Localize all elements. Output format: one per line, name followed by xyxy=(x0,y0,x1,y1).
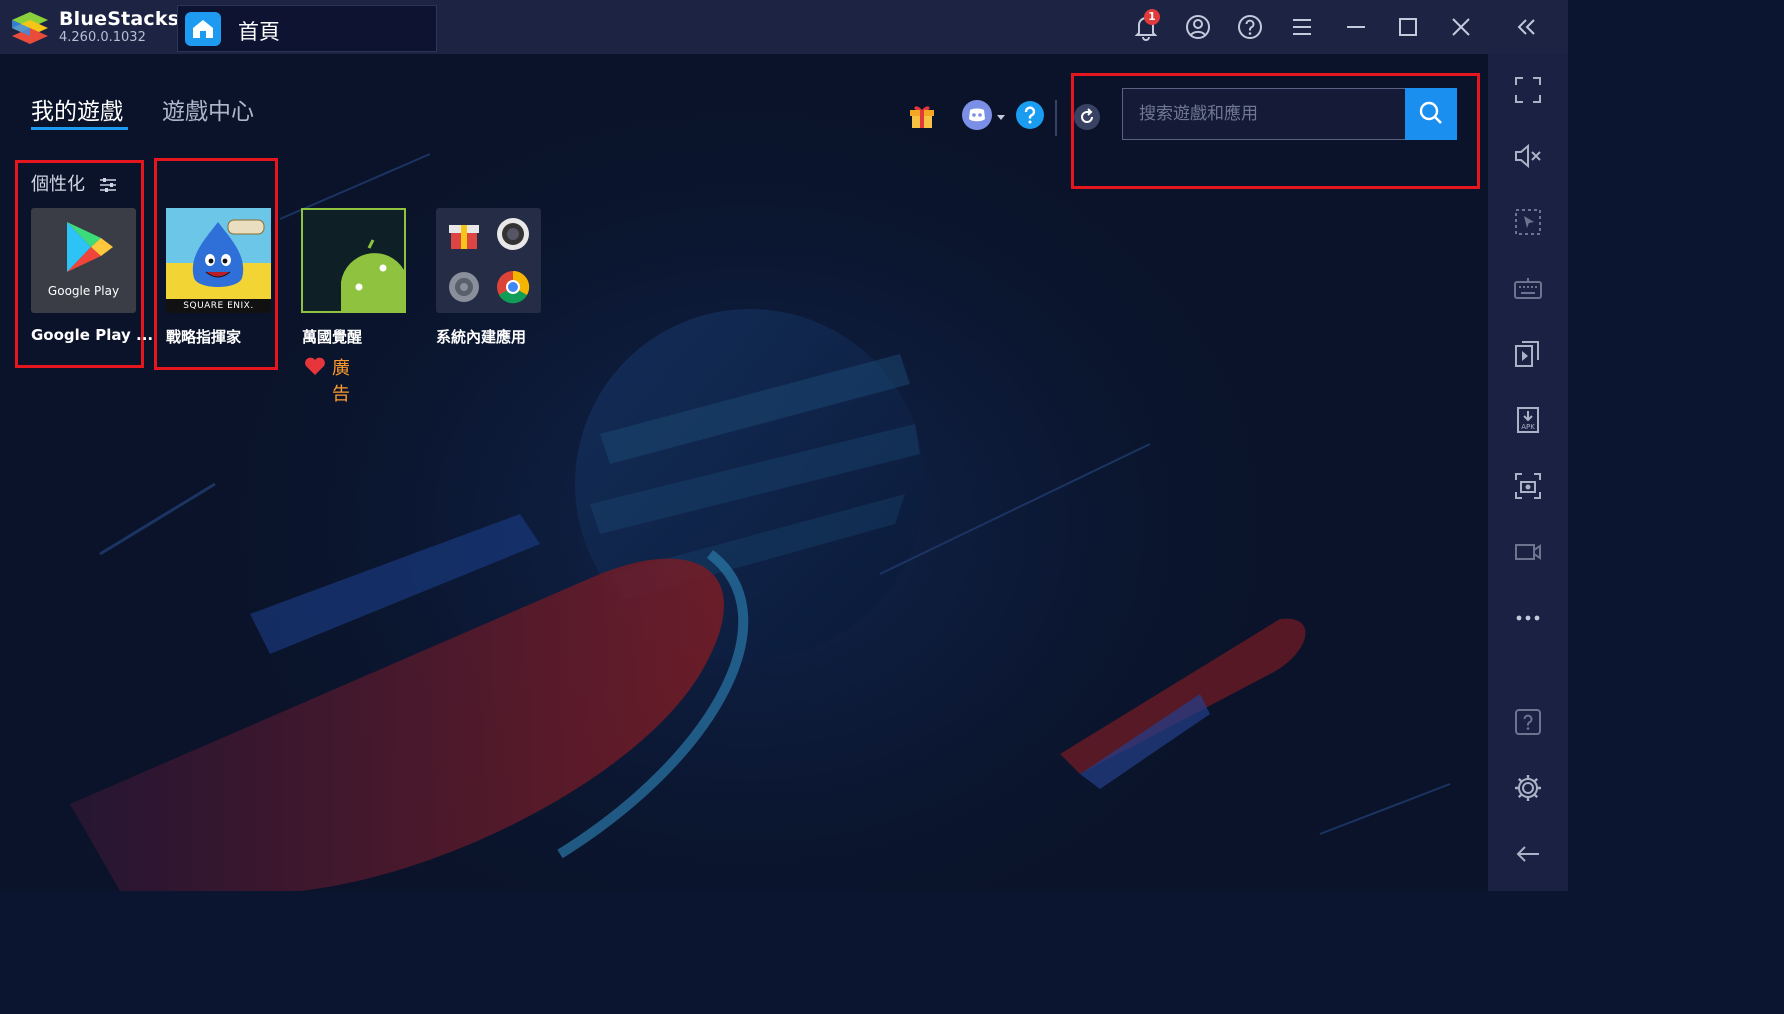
multi-instance-button[interactable] xyxy=(1512,338,1544,370)
personalize-button[interactable]: 個性化 xyxy=(31,170,117,196)
brand: BlueStacks 4.260.0.1032 xyxy=(10,8,179,48)
help-square-icon xyxy=(1515,709,1541,735)
question-badge-icon xyxy=(1016,101,1044,129)
help-circle-icon xyxy=(1238,15,1262,39)
app-label-rise-of-kingdoms: 萬國覺醒 xyxy=(302,328,363,346)
gift-mini-icon xyxy=(449,225,479,249)
discord-button[interactable] xyxy=(961,98,1007,132)
fullscreen-icon xyxy=(1515,77,1541,103)
app-tile-system-apps[interactable] xyxy=(436,208,541,313)
app-label-system-apps: 系統內建應用 xyxy=(436,328,527,346)
slime-game-icon xyxy=(166,208,271,300)
double-chevron-left-icon xyxy=(1517,19,1535,35)
video-camera-icon xyxy=(1515,544,1541,560)
chrome-mini-icon xyxy=(497,270,530,304)
close-button[interactable] xyxy=(1445,11,1477,43)
settings-button[interactable] xyxy=(1512,772,1544,804)
menu-button[interactable] xyxy=(1286,11,1318,43)
toolbar-divider xyxy=(1055,100,1057,136)
settings-mini-icon xyxy=(449,272,479,302)
publisher-text: SQUARE ENIX. xyxy=(166,299,271,313)
close-icon xyxy=(1452,18,1470,36)
sliders-icon xyxy=(99,178,116,192)
home-icon xyxy=(185,12,221,46)
app-tile-strategy-game[interactable]: SQUARE ENIX. xyxy=(166,208,271,313)
apk-icon: APK xyxy=(1517,407,1539,433)
notification-button[interactable]: 1 xyxy=(1130,9,1162,43)
home-tab-label: 首頁 xyxy=(238,20,280,44)
volume-button[interactable] xyxy=(1512,140,1544,172)
home-tab[interactable]: 首頁 xyxy=(177,5,437,52)
maximize-button[interactable] xyxy=(1392,11,1424,43)
tab-my-games[interactable]: 我的遊戲 xyxy=(31,92,123,126)
gift-icon xyxy=(910,106,934,128)
maximize-icon xyxy=(1399,18,1417,36)
camera-icon xyxy=(1515,473,1541,499)
personalize-label: 個性化 xyxy=(31,174,85,195)
sidebar-help-button[interactable] xyxy=(1512,706,1544,738)
gear-icon xyxy=(1515,775,1541,801)
cursor-select-icon xyxy=(1515,209,1541,235)
google-play-icon-text: Google Play xyxy=(47,284,120,298)
app-label-strategy-game: 戰略指揮家 xyxy=(166,328,242,346)
camera-mini-icon xyxy=(497,218,529,250)
app-tile-rise-of-kingdoms[interactable] xyxy=(301,208,406,313)
svg-text:APK: APK xyxy=(1521,423,1535,431)
minimize-icon xyxy=(1347,26,1365,28)
app-version: 4.260.0.1032 xyxy=(59,30,146,45)
tab-game-center[interactable]: 遊戲中心 xyxy=(162,92,254,126)
install-apk-button[interactable]: APK xyxy=(1512,404,1544,436)
multi-instance-icon xyxy=(1515,341,1539,367)
account-icon xyxy=(1186,15,1210,39)
help-button[interactable] xyxy=(1234,11,1266,43)
google-play-icon xyxy=(67,222,113,272)
title-bar: BlueStacks 4.260.0.1032 首頁 1 xyxy=(0,0,1568,55)
ad-label: 廣告 xyxy=(332,358,350,405)
back-button[interactable] xyxy=(1512,838,1544,870)
faq-button[interactable] xyxy=(1015,100,1045,130)
app-tile-google-play[interactable]: Google Play xyxy=(31,208,136,313)
bluestacks-logo xyxy=(12,12,48,44)
minimize-button[interactable] xyxy=(1340,11,1372,43)
controls-editor-button[interactable] xyxy=(1512,206,1544,238)
gift-button[interactable] xyxy=(906,99,938,131)
collapse-sidebar-button[interactable] xyxy=(1511,11,1543,43)
android-icon xyxy=(341,239,404,311)
more-button[interactable] xyxy=(1512,602,1544,634)
app-name: BlueStacks xyxy=(59,8,180,30)
app-label-google-play: Google Play ... xyxy=(31,326,154,344)
fullscreen-button[interactable] xyxy=(1512,74,1544,106)
heart-icon xyxy=(305,357,325,375)
notification-badge: 1 xyxy=(1144,9,1160,25)
hamburger-icon xyxy=(1293,19,1311,35)
keyboard-icon xyxy=(1514,278,1542,299)
keyboard-button[interactable] xyxy=(1512,272,1544,304)
discord-icon xyxy=(962,100,1005,130)
right-sidebar: APK xyxy=(1488,54,1568,891)
system-apps-folder-icon xyxy=(449,218,530,304)
record-button[interactable] xyxy=(1512,536,1544,568)
arrow-left-icon xyxy=(1516,846,1539,862)
search-highlight-box xyxy=(1071,73,1480,189)
mute-icon xyxy=(1515,143,1541,169)
more-dots-icon xyxy=(1516,615,1540,621)
account-button[interactable] xyxy=(1182,11,1214,43)
home-screen: 我的遊戲 遊戲中心 搜索遊戲和應用 個性化 Google Play Google… xyxy=(0,54,1488,891)
screenshot-button[interactable] xyxy=(1512,470,1544,502)
active-tab-indicator xyxy=(31,127,128,130)
